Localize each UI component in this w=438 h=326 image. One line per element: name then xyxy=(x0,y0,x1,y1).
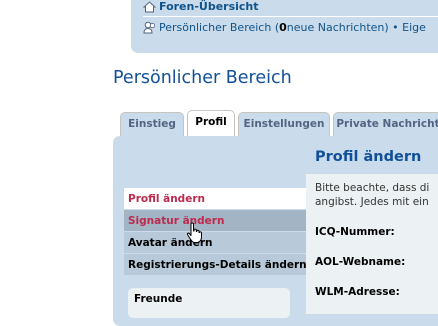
profile-form: Bitte beachte, dass di angibst. Jedes mi… xyxy=(306,174,438,314)
wlm-label: WLM-Adresse: xyxy=(315,286,400,298)
user-area-prefix: Persönlicher Bereich ( xyxy=(159,21,280,34)
friends-title: Freunde xyxy=(134,293,183,305)
new-messages-count: 0 xyxy=(279,21,287,34)
intro-line-2: angibst. Jedes mit ein xyxy=(315,196,429,208)
menu-item-registrierungs-details[interactable]: Registrierungs-Details ändern xyxy=(124,254,307,276)
user-area-link[interactable]: Persönlicher Bereich (0 neue Nachrichten… xyxy=(143,21,426,34)
intro-text: Bitte beachte, dass di angibst. Jedes mi… xyxy=(315,181,438,209)
home-icon xyxy=(143,0,156,12)
profile-menu: Profil ändern Signatur ändern Avatar änd… xyxy=(124,188,307,276)
tab-einstieg[interactable]: Einstieg xyxy=(120,112,184,136)
navbar-divider xyxy=(143,16,438,17)
forum-index-label: Foren-Übersicht xyxy=(159,0,259,13)
hand-cursor-icon xyxy=(186,222,202,243)
menu-item-signatur-aendern[interactable]: Signatur ändern xyxy=(124,210,306,232)
tab-profil[interactable]: Profil xyxy=(187,110,235,136)
aol-label: AOL-Webname: xyxy=(315,256,406,268)
tab-einstellungen[interactable]: Einstellungen xyxy=(238,112,330,136)
icq-label: ICQ-Nummer: xyxy=(315,226,395,238)
page-title: Persönlicher Bereich xyxy=(113,68,292,88)
friends-box: Freunde xyxy=(128,288,290,318)
navbar: Foren-Übersicht Persönlicher Bereich (0 … xyxy=(131,0,438,53)
forum-index-link[interactable]: Foren-Übersicht xyxy=(143,0,259,13)
section-title: Profil ändern xyxy=(315,149,422,165)
menu-item-profil-aendern[interactable]: Profil ändern xyxy=(124,188,306,210)
user-icon xyxy=(143,21,156,34)
intro-line-1: Bitte beachte, dass di xyxy=(315,182,430,194)
tab-private-nachrichten[interactable]: Private Nachricht xyxy=(333,112,438,136)
user-area-suffix: neue Nachrichten) • Eige xyxy=(286,21,426,34)
menu-item-avatar-aendern[interactable]: Avatar ändern xyxy=(124,232,306,254)
